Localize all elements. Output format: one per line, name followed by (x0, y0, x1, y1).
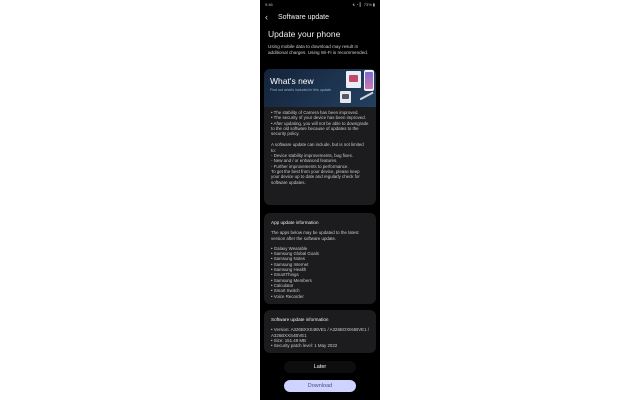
mute-icon: 🔇︎ (352, 1, 356, 7)
download-button[interactable]: Download (284, 380, 356, 392)
update-note-outro: To get the best from your device, please… (271, 168, 360, 185)
app-update-list: • Galaxy Wearable • Samsung Global Goals… (271, 246, 369, 299)
app-update-card: App update information The apps below ma… (264, 213, 376, 304)
phone-screen: 9:46 🔇︎ ◔ ▎ 73% ▮ ‹ Software update Upda… (260, 0, 380, 400)
whats-new-body: • The stability of Camera has been impro… (264, 107, 376, 189)
software-info-title: Software update information (271, 317, 329, 322)
whats-new-item: • After updating, you will not be able t… (271, 120, 369, 137)
whats-new-card: What's new Find out what's included in t… (264, 69, 376, 205)
battery-level: 73% (363, 1, 372, 7)
wifi-icon: ◔ (356, 1, 359, 7)
app-update-title: App update information (271, 220, 319, 225)
software-info-list: • Version: A326BXXS4BVE1 / A326BOXM4BVE1… (271, 327, 369, 348)
header-title: Software update (278, 13, 329, 21)
later-button[interactable]: Later (284, 361, 356, 373)
banner-pen-illustration (359, 91, 374, 100)
whats-new-item: • The security of your device has been i… (271, 115, 366, 121)
software-info-card: Software update information • Version: A… (264, 310, 376, 353)
software-info-line: • Security patch level: 1 May 2022 (271, 343, 338, 349)
software-info-line: • Version: A326BXXS4BVE1 / A326BOXM4BVE1… (271, 327, 369, 338)
banner-card-illustration (346, 71, 361, 88)
app-update-description: The apps below may be updated to the lat… (271, 230, 359, 241)
whats-new-subtitle: Find out what's included in this update. (270, 88, 332, 92)
software-info-body: Software update information • Version: A… (264, 310, 376, 353)
app-update-body: App update information The apps below ma… (264, 213, 376, 304)
battery-icon: ▮ (372, 1, 375, 7)
status-icons: 🔇︎ ◔ ▎ 73% ▮ (353, 2, 375, 7)
whats-new-banner: What's new Find out what's included in t… (264, 69, 376, 107)
page-title: Update your phone (268, 29, 341, 39)
app-bar: ‹ Software update (260, 11, 380, 23)
status-time: 9:46 (265, 1, 273, 7)
banner-phone-illustration (364, 70, 374, 91)
status-bar: 9:46 🔇︎ ◔ ▎ 73% ▮ (260, 0, 380, 8)
banner-tile-illustration (340, 91, 351, 103)
signal-icon: ▎ (359, 1, 363, 7)
app-list-item: • Voice Recorder (271, 293, 304, 299)
mobile-data-warning: Using mobile data to download may result… (268, 44, 369, 55)
whats-new-title: What's new (270, 76, 314, 86)
update-note-intro: A software update can include, but is no… (271, 142, 364, 153)
back-arrow-icon[interactable]: ‹ (265, 13, 273, 22)
